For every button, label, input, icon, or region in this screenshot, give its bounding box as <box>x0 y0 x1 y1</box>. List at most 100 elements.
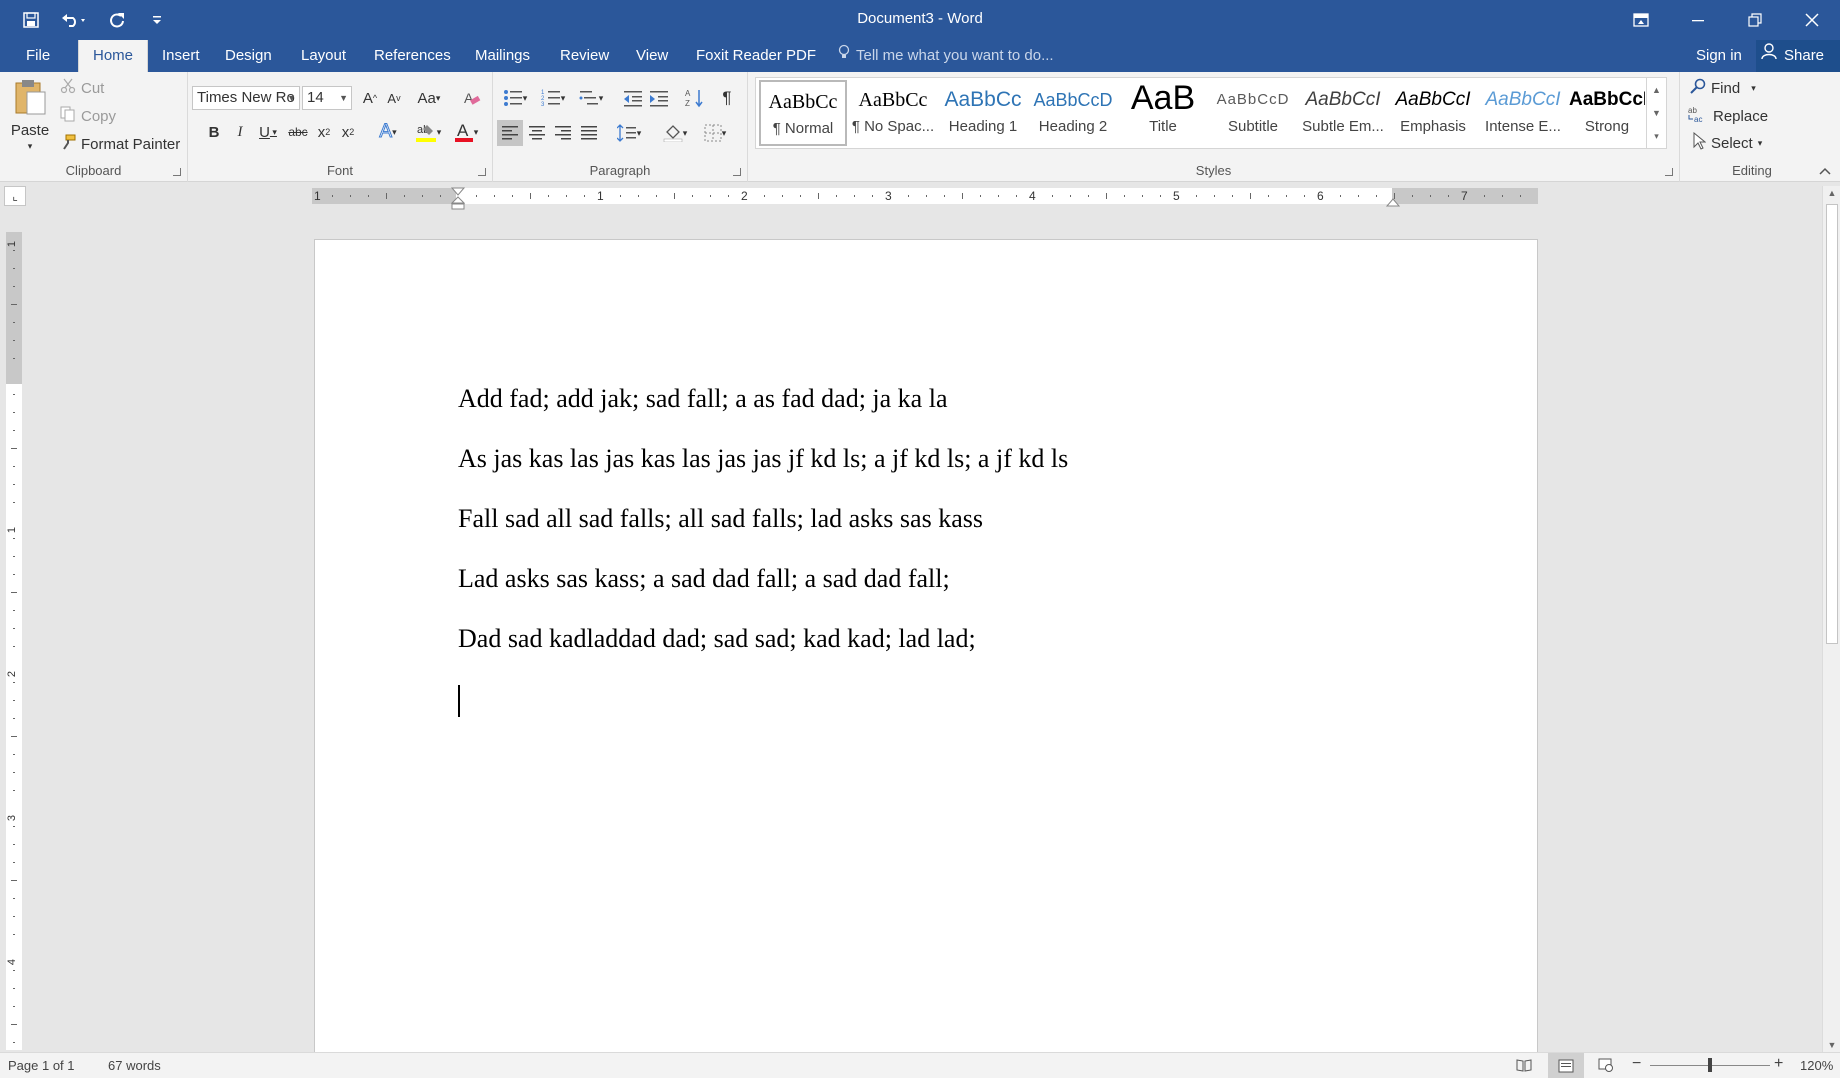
change-case-button[interactable]: Aa ▾ <box>412 86 446 110</box>
style-subtitle[interactable]: AaBbCcD Subtitle <box>1209 80 1297 146</box>
replace-button[interactable]: ab ac Replace <box>1688 105 1768 127</box>
sort-icon[interactable]: AZ <box>683 86 707 110</box>
align-center-icon[interactable] <box>525 121 549 145</box>
right-indent-marker[interactable] <box>1385 195 1401 213</box>
style-emphasis[interactable]: AaBbCcI Emphasis <box>1389 80 1477 146</box>
print-layout-icon[interactable] <box>1548 1053 1584 1078</box>
numbering-icon[interactable]: 1 2 3 ▾ <box>535 86 571 110</box>
highlight-color-icon[interactable]: ab ▾ <box>410 120 446 144</box>
cut-button[interactable]: Cut <box>60 78 104 98</box>
tab-selector-icon[interactable]: ⌞ <box>4 186 26 206</box>
clear-formatting-icon[interactable]: A <box>460 86 484 110</box>
find-dropdown-icon[interactable]: ▾ <box>1751 83 1756 94</box>
collapse-ribbon-icon[interactable] <box>1814 162 1836 180</box>
superscript-icon[interactable]: x2 <box>336 120 360 144</box>
minimize-icon[interactable] <box>1669 0 1726 40</box>
tab-layout[interactable]: Layout <box>287 40 360 72</box>
increase-indent-icon[interactable] <box>647 86 671 110</box>
tab-references[interactable]: References <box>360 40 465 72</box>
gallery-up-icon[interactable]: ▲ <box>1652 85 1661 95</box>
font-name-dropdown-icon[interactable]: ▼ <box>287 87 296 109</box>
find-button[interactable]: Find ▾ <box>1690 78 1756 98</box>
tab-home[interactable]: Home <box>78 40 149 72</box>
gallery-down-icon[interactable]: ▼ <box>1652 108 1661 118</box>
grow-font-icon[interactable]: A ^ <box>358 86 382 110</box>
horizontal-ruler[interactable]: 1 1 2 3 4 5 6 7 <box>312 188 1538 204</box>
scroll-down-icon[interactable]: ▼ <box>1823 1040 1840 1050</box>
style-strong[interactable]: AaBbCcI Strong <box>1569 80 1645 146</box>
style-subtle-emphasis[interactable]: AaBbCcI Subtle Em... <box>1299 80 1387 146</box>
tab-foxit-reader-pdf[interactable]: Foxit Reader PDF <box>682 40 830 72</box>
read-mode-icon[interactable] <box>1516 1058 1532 1075</box>
zoom-slider-thumb[interactable] <box>1708 1058 1712 1072</box>
tab-mailings[interactable]: Mailings <box>461 40 544 72</box>
format-painter-button[interactable]: Format Painter <box>60 134 180 154</box>
vertical-ruler[interactable]: 1 1 2 3 4 <box>6 232 22 1050</box>
document-paragraph[interactable]: Fall sad all sad falls; all sad falls; l… <box>458 504 983 534</box>
align-right-icon[interactable] <box>551 121 575 145</box>
style-heading-1[interactable]: AaBbCc Heading 1 <box>939 80 1027 146</box>
word-count[interactable]: 67 words <box>108 1058 161 1073</box>
select-dropdown-icon[interactable]: ▾ <box>1758 138 1763 149</box>
close-icon[interactable] <box>1783 0 1840 40</box>
decrease-indent-icon[interactable] <box>621 86 645 110</box>
multilevel-list-icon[interactable]: ▾ <box>573 86 609 110</box>
shading-icon[interactable]: ▾ <box>657 121 693 145</box>
style-title[interactable]: AaB Title <box>1119 80 1207 146</box>
paragraph-dialog-launcher[interactable] <box>733 168 741 176</box>
subscript-icon[interactable]: x2 <box>312 120 336 144</box>
hanging-indent-marker[interactable] <box>450 196 466 215</box>
document-paragraph[interactable]: Dad sad kadladdad dad; sad sad; kad kad;… <box>458 624 976 654</box>
paste-button[interactable]: Paste ▾ <box>8 78 52 152</box>
style-intense-emphasis[interactable]: AaBbCcI Intense E... <box>1479 80 1567 146</box>
tab-file[interactable]: File <box>12 40 64 72</box>
ribbon-display-options-icon[interactable] <box>1612 0 1669 40</box>
web-layout-icon[interactable] <box>1598 1058 1614 1075</box>
document-paragraph[interactable]: As jas kas las jas kas las jas jas jf kd… <box>458 444 1068 474</box>
font-size-dropdown-icon[interactable]: ▼ <box>339 87 348 109</box>
document-paragraph[interactable]: Lad asks sas kass; a sad dad fall; a sad… <box>458 564 950 594</box>
justify-icon[interactable] <box>577 121 601 145</box>
shrink-font-icon[interactable]: Av <box>382 86 406 110</box>
bold-icon[interactable]: B <box>202 120 226 144</box>
clipboard-dialog-launcher[interactable] <box>173 168 181 176</box>
scroll-up-icon[interactable]: ▲ <box>1823 188 1840 198</box>
select-button[interactable]: Select ▾ <box>1692 131 1763 154</box>
font-color-icon[interactable]: A ▾ <box>448 120 484 144</box>
share-button[interactable]: Share <box>1756 40 1840 72</box>
style-no-spacing[interactable]: AaBbCc ¶ No Spac... <box>849 80 937 146</box>
tab-view[interactable]: View <box>622 40 682 72</box>
vertical-scrollbar[interactable]: ▲ ▼ <box>1822 186 1840 1052</box>
tab-insert[interactable]: Insert <box>148 40 214 72</box>
italic-icon[interactable]: I <box>228 120 252 144</box>
zoom-out-icon[interactable]: − <box>1632 1055 1641 1073</box>
sign-in-link[interactable]: Sign in <box>1696 40 1742 72</box>
copy-button[interactable]: Copy <box>60 106 116 126</box>
line-spacing-icon[interactable]: ▾ <box>611 121 647 145</box>
tell-me-box[interactable]: Tell me what you want to do... <box>838 40 1054 72</box>
gallery-more-icon[interactable]: ▾ <box>1654 131 1659 142</box>
styles-dialog-launcher[interactable] <box>1665 168 1673 176</box>
borders-icon[interactable]: ▾ <box>697 121 733 145</box>
show-paragraph-marks-icon[interactable]: ¶ <box>715 86 739 110</box>
style-heading-2[interactable]: AaBbCcD Heading 2 <box>1029 80 1117 146</box>
restore-icon[interactable] <box>1726 0 1783 40</box>
font-dialog-launcher[interactable] <box>478 168 486 176</box>
tab-review[interactable]: Review <box>546 40 623 72</box>
style-normal[interactable]: AaBbCc ¶ Normal <box>759 80 847 146</box>
paste-dropdown-icon[interactable]: ▾ <box>28 141 33 152</box>
text-effects-icon[interactable]: A ▾ <box>372 120 404 144</box>
tab-design[interactable]: Design <box>211 40 286 72</box>
font-name-combo[interactable]: Times New Ro ▼ <box>192 86 300 110</box>
page-count[interactable]: Page 1 of 1 <box>8 1058 75 1073</box>
strikethrough-icon[interactable]: abc <box>286 120 310 144</box>
document-paragraph[interactable]: Add fad; add jak; sad fall; a as fad dad… <box>458 384 947 414</box>
scroll-thumb[interactable] <box>1826 204 1838 644</box>
zoom-level[interactable]: 120% <box>1800 1058 1833 1073</box>
bullets-icon[interactable]: ▾ <box>497 86 533 110</box>
font-size-combo[interactable]: 14 ▼ <box>302 86 352 110</box>
document-page[interactable]: Add fad; add jak; sad fall; a as fad dad… <box>314 239 1538 1059</box>
zoom-in-icon[interactable]: + <box>1774 1055 1783 1073</box>
underline-icon[interactable]: U ▾ <box>252 120 284 144</box>
align-left-icon[interactable] <box>497 120 523 146</box>
